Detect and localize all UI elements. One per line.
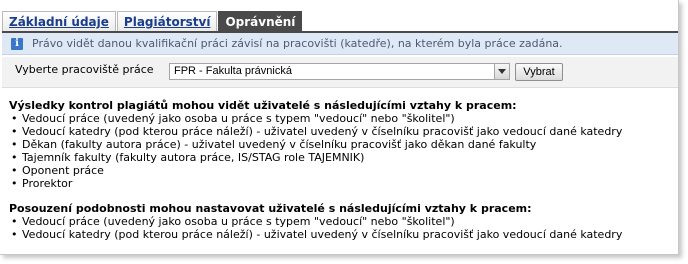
tab-basic-info[interactable]: Základní údaje	[2, 11, 116, 31]
section-heading-similarity-settings: Posouzení podobnosti mohou nastavovat už…	[9, 202, 532, 215]
list-item: Děkan (fakulty autora práce) - uživatel …	[9, 138, 675, 151]
list-item: Prorektor	[9, 177, 675, 190]
permissions-content: Výsledky kontrol plagiátů mohou vidět už…	[9, 99, 675, 241]
department-select-value: FPR - Fakulta právnická	[174, 65, 292, 77]
tab-permissions[interactable]: Oprávnění	[218, 11, 303, 31]
info-text: Právo vidět danou kvalifikační práci záv…	[32, 37, 563, 50]
list-item: Oponent práce	[9, 164, 675, 177]
similarity-settings-list: Vedoucí práce (uvedený jako osoba u prác…	[9, 215, 675, 241]
select-button[interactable]: Vybrat	[515, 63, 563, 81]
list-item: Tajemník fakulty (fakulty autora práce, …	[9, 151, 675, 164]
department-label: Vyberte pracoviště práce	[15, 63, 154, 76]
permissions-panel: Základní údaje Plagiátorství Oprávnění i…	[0, 0, 679, 255]
section-heading-plagiarism-results: Výsledky kontrol plagiátů mohou vidět už…	[9, 99, 517, 112]
chevron-down-icon[interactable]	[494, 64, 509, 79]
list-item: Vedoucí práce (uvedený jako osoba u prác…	[9, 112, 675, 125]
department-form: Vyberte pracoviště práce FPR - Fakulta p…	[2, 57, 678, 88]
info-message: i Právo vidět danou kvalifikační práci z…	[2, 33, 678, 55]
list-item: Vedoucí práce (uvedený jako osoba u prác…	[9, 215, 675, 228]
list-item: Vedoucí katedry (pod kterou práce náleží…	[9, 125, 675, 138]
tab-plagiarism[interactable]: Plagiátorství	[116, 11, 218, 31]
plagiarism-results-list: Vedoucí práce (uvedený jako osoba u prác…	[9, 112, 675, 190]
info-icon: i	[11, 37, 23, 50]
list-item: Vedoucí katedry (pod kterou práce náleží…	[9, 228, 675, 241]
department-select[interactable]: FPR - Fakulta právnická	[169, 63, 510, 80]
tab-bar: Základní údaje Plagiátorství Oprávnění	[2, 10, 678, 33]
